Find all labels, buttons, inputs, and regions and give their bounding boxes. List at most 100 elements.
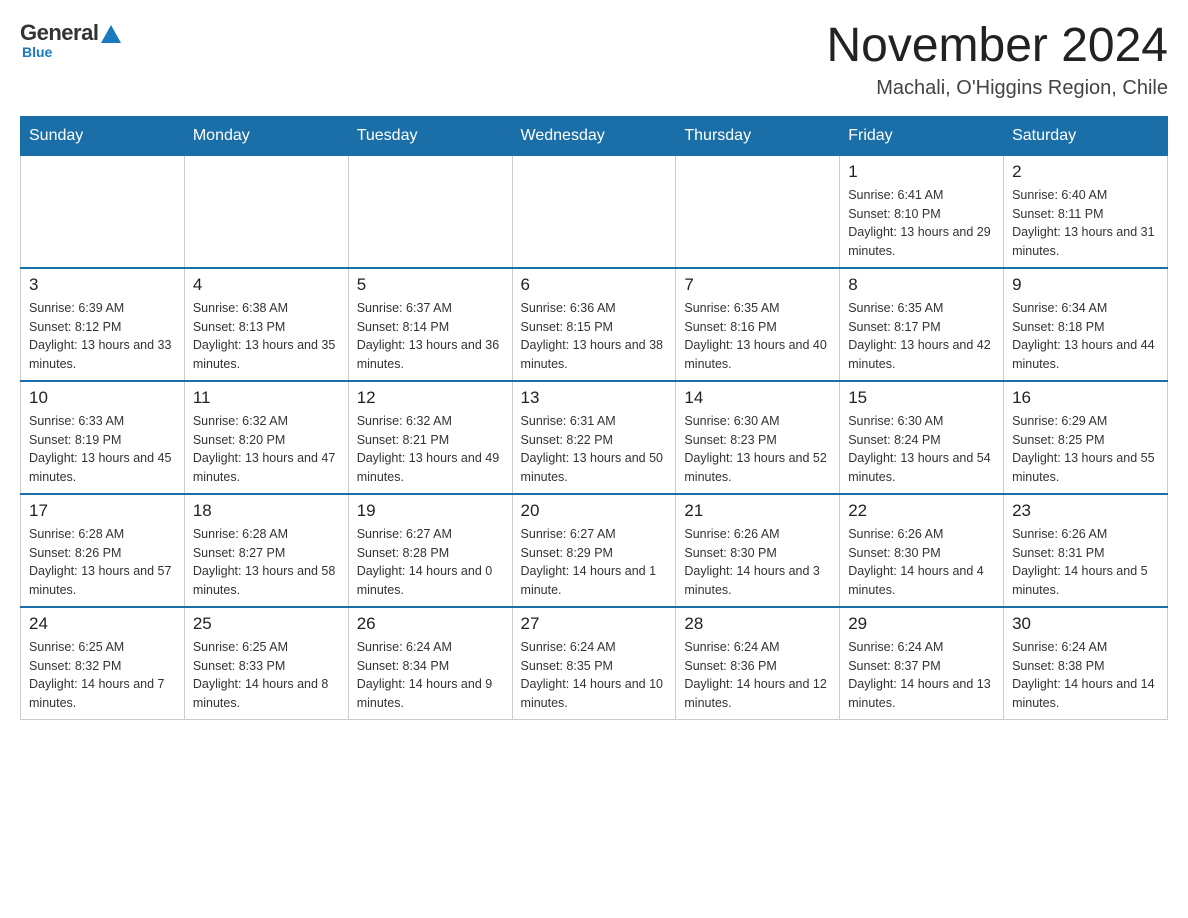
calendar-week-row: 24Sunrise: 6:25 AMSunset: 8:32 PMDayligh… xyxy=(21,607,1168,720)
day-info: Sunrise: 6:26 AMSunset: 8:31 PMDaylight:… xyxy=(1012,525,1159,600)
logo-triangle-icon xyxy=(101,25,121,43)
day-info: Sunrise: 6:34 AMSunset: 8:18 PMDaylight:… xyxy=(1012,299,1159,374)
calendar-cell: 2 Sunrise: 6:40 AMSunset: 8:11 PMDaylight… xyxy=(1004,155,1168,268)
day-info: Sunrise: 6:35 AMSunset: 8:16 PMDaylight:… xyxy=(684,299,831,374)
day-info: Sunrise: 6:26 AMSunset: 8:30 PMDaylight:… xyxy=(848,525,995,600)
day-number: 18 xyxy=(193,501,340,521)
day-number: 14 xyxy=(684,388,831,408)
day-number: 21 xyxy=(684,501,831,521)
day-number: 5 xyxy=(357,275,504,295)
day-number: 20 xyxy=(521,501,668,521)
day-number: 17 xyxy=(29,501,176,521)
weekday-header-thursday: Thursday xyxy=(676,116,840,155)
day-number: 2 xyxy=(1012,162,1159,182)
calendar-cell: 1 Sunrise: 6:41 AMSunset: 8:10 PMDaylight… xyxy=(840,155,1004,268)
calendar-cell: 26 Sunrise: 6:24 AMSunset: 8:34 PMDayligh… xyxy=(348,607,512,720)
calendar-table: SundayMondayTuesdayWednesdayThursdayFrid… xyxy=(20,116,1168,720)
calendar-week-row: 1 Sunrise: 6:41 AMSunset: 8:10 PMDaylight… xyxy=(21,155,1168,268)
weekday-header-saturday: Saturday xyxy=(1004,116,1168,155)
calendar-cell: 4Sunrise: 6:38 AMSunset: 8:13 PMDaylight… xyxy=(184,268,348,381)
day-number: 10 xyxy=(29,388,176,408)
calendar-subtitle: Machali, O'Higgins Region, Chile xyxy=(826,77,1168,100)
day-info: Sunrise: 6:24 AMSunset: 8:38 PMDaylight:… xyxy=(1012,638,1159,713)
day-info: Sunrise: 6:25 AMSunset: 8:32 PMDaylight:… xyxy=(29,638,176,713)
calendar-cell: 10 Sunrise: 6:33 AMSunset: 8:19 PMDayligh… xyxy=(21,381,185,494)
calendar-cell: 30 Sunrise: 6:24 AMSunset: 8:38 PMDayligh… xyxy=(1004,607,1168,720)
day-info: Sunrise: 6:24 AMSunset: 8:34 PMDaylight:… xyxy=(357,638,504,713)
logo-blue-bottom: Blue xyxy=(22,44,52,60)
calendar-cell: 3 Sunrise: 6:39 AMSunset: 8:12 PMDaylight… xyxy=(21,268,185,381)
calendar-cell: 28 Sunrise: 6:24 AMSunset: 8:36 PMDayligh… xyxy=(676,607,840,720)
calendar-cell: 25 Sunrise: 6:25 AMSunset: 8:33 PMDayligh… xyxy=(184,607,348,720)
day-info: Sunrise: 6:28 AMSunset: 8:27 PMDaylight:… xyxy=(193,525,340,600)
calendar-cell xyxy=(348,155,512,268)
day-number: 27 xyxy=(521,614,668,634)
calendar-cell: 19 Sunrise: 6:27 AMSunset: 8:28 PMDayligh… xyxy=(348,494,512,607)
day-number: 6 xyxy=(521,275,668,295)
day-number: 19 xyxy=(357,501,504,521)
day-number: 9 xyxy=(1012,275,1159,295)
day-info: Sunrise: 6:24 AMSunset: 8:36 PMDaylight:… xyxy=(684,638,831,713)
logo-general-text: General xyxy=(20,20,98,46)
calendar-cell: 16Sunrise: 6:29 AMSunset: 8:25 PMDayligh… xyxy=(1004,381,1168,494)
day-info: Sunrise: 6:25 AMSunset: 8:33 PMDaylight:… xyxy=(193,638,340,713)
logo: General Blue xyxy=(20,20,123,60)
calendar-cell: 5 Sunrise: 6:37 AMSunset: 8:14 PMDaylight… xyxy=(348,268,512,381)
day-info: Sunrise: 6:33 AMSunset: 8:19 PMDaylight:… xyxy=(29,412,176,487)
calendar-cell: 11 Sunrise: 6:32 AMSunset: 8:20 PMDayligh… xyxy=(184,381,348,494)
calendar-cell: 24Sunrise: 6:25 AMSunset: 8:32 PMDayligh… xyxy=(21,607,185,720)
day-number: 3 xyxy=(29,275,176,295)
calendar-cell: 20 Sunrise: 6:27 AMSunset: 8:29 PMDayligh… xyxy=(512,494,676,607)
day-info: Sunrise: 6:30 AMSunset: 8:23 PMDaylight:… xyxy=(684,412,831,487)
calendar-cell: 9 Sunrise: 6:34 AMSunset: 8:18 PMDaylight… xyxy=(1004,268,1168,381)
day-info: Sunrise: 6:31 AMSunset: 8:22 PMDaylight:… xyxy=(521,412,668,487)
calendar-cell: 22 Sunrise: 6:26 AMSunset: 8:30 PMDayligh… xyxy=(840,494,1004,607)
day-info: Sunrise: 6:29 AMSunset: 8:25 PMDaylight:… xyxy=(1012,412,1159,487)
day-number: 25 xyxy=(193,614,340,634)
day-number: 12 xyxy=(357,388,504,408)
weekday-header-monday: Monday xyxy=(184,116,348,155)
day-info: Sunrise: 6:26 AMSunset: 8:30 PMDaylight:… xyxy=(684,525,831,600)
calendar-week-row: 17 Sunrise: 6:28 AMSunset: 8:26 PMDayligh… xyxy=(21,494,1168,607)
day-number: 30 xyxy=(1012,614,1159,634)
calendar-cell: 13Sunrise: 6:31 AMSunset: 8:22 PMDayligh… xyxy=(512,381,676,494)
day-info: Sunrise: 6:27 AMSunset: 8:28 PMDaylight:… xyxy=(357,525,504,600)
calendar-cell xyxy=(676,155,840,268)
day-number: 28 xyxy=(684,614,831,634)
calendar-cell: 21 Sunrise: 6:26 AMSunset: 8:30 PMDayligh… xyxy=(676,494,840,607)
day-info: Sunrise: 6:27 AMSunset: 8:29 PMDaylight:… xyxy=(521,525,668,600)
calendar-title: November 2024 xyxy=(826,20,1168,73)
day-info: Sunrise: 6:36 AMSunset: 8:15 PMDaylight:… xyxy=(521,299,668,374)
day-number: 29 xyxy=(848,614,995,634)
day-number: 22 xyxy=(848,501,995,521)
day-info: Sunrise: 6:32 AMSunset: 8:20 PMDaylight:… xyxy=(193,412,340,487)
weekday-header-sunday: Sunday xyxy=(21,116,185,155)
calendar-cell: 8Sunrise: 6:35 AMSunset: 8:17 PMDaylight… xyxy=(840,268,1004,381)
day-info: Sunrise: 6:24 AMSunset: 8:37 PMDaylight:… xyxy=(848,638,995,713)
calendar-cell: 18 Sunrise: 6:28 AMSunset: 8:27 PMDayligh… xyxy=(184,494,348,607)
day-info: Sunrise: 6:24 AMSunset: 8:35 PMDaylight:… xyxy=(521,638,668,713)
day-number: 1 xyxy=(848,162,995,182)
weekday-header-tuesday: Tuesday xyxy=(348,116,512,155)
day-info: Sunrise: 6:41 AMSunset: 8:10 PMDaylight:… xyxy=(848,186,995,261)
calendar-cell xyxy=(184,155,348,268)
day-info: Sunrise: 6:32 AMSunset: 8:21 PMDaylight:… xyxy=(357,412,504,487)
day-info: Sunrise: 6:40 AMSunset: 8:11 PMDaylight:… xyxy=(1012,186,1159,261)
calendar-cell: 12 Sunrise: 6:32 AMSunset: 8:21 PMDayligh… xyxy=(348,381,512,494)
calendar-cell: 23Sunrise: 6:26 AMSunset: 8:31 PMDayligh… xyxy=(1004,494,1168,607)
calendar-cell: 14 Sunrise: 6:30 AMSunset: 8:23 PMDayligh… xyxy=(676,381,840,494)
weekday-header-wednesday: Wednesday xyxy=(512,116,676,155)
calendar-cell: 15 Sunrise: 6:30 AMSunset: 8:24 PMDayligh… xyxy=(840,381,1004,494)
day-number: 15 xyxy=(848,388,995,408)
calendar-cell: 6 Sunrise: 6:36 AMSunset: 8:15 PMDaylight… xyxy=(512,268,676,381)
day-number: 26 xyxy=(357,614,504,634)
day-number: 11 xyxy=(193,388,340,408)
day-info: Sunrise: 6:37 AMSunset: 8:14 PMDaylight:… xyxy=(357,299,504,374)
weekday-header-friday: Friday xyxy=(840,116,1004,155)
day-info: Sunrise: 6:28 AMSunset: 8:26 PMDaylight:… xyxy=(29,525,176,600)
calendar-cell xyxy=(512,155,676,268)
day-info: Sunrise: 6:30 AMSunset: 8:24 PMDaylight:… xyxy=(848,412,995,487)
day-info: Sunrise: 6:39 AMSunset: 8:12 PMDaylight:… xyxy=(29,299,176,374)
day-number: 7 xyxy=(684,275,831,295)
calendar-cell: 29 Sunrise: 6:24 AMSunset: 8:37 PMDayligh… xyxy=(840,607,1004,720)
